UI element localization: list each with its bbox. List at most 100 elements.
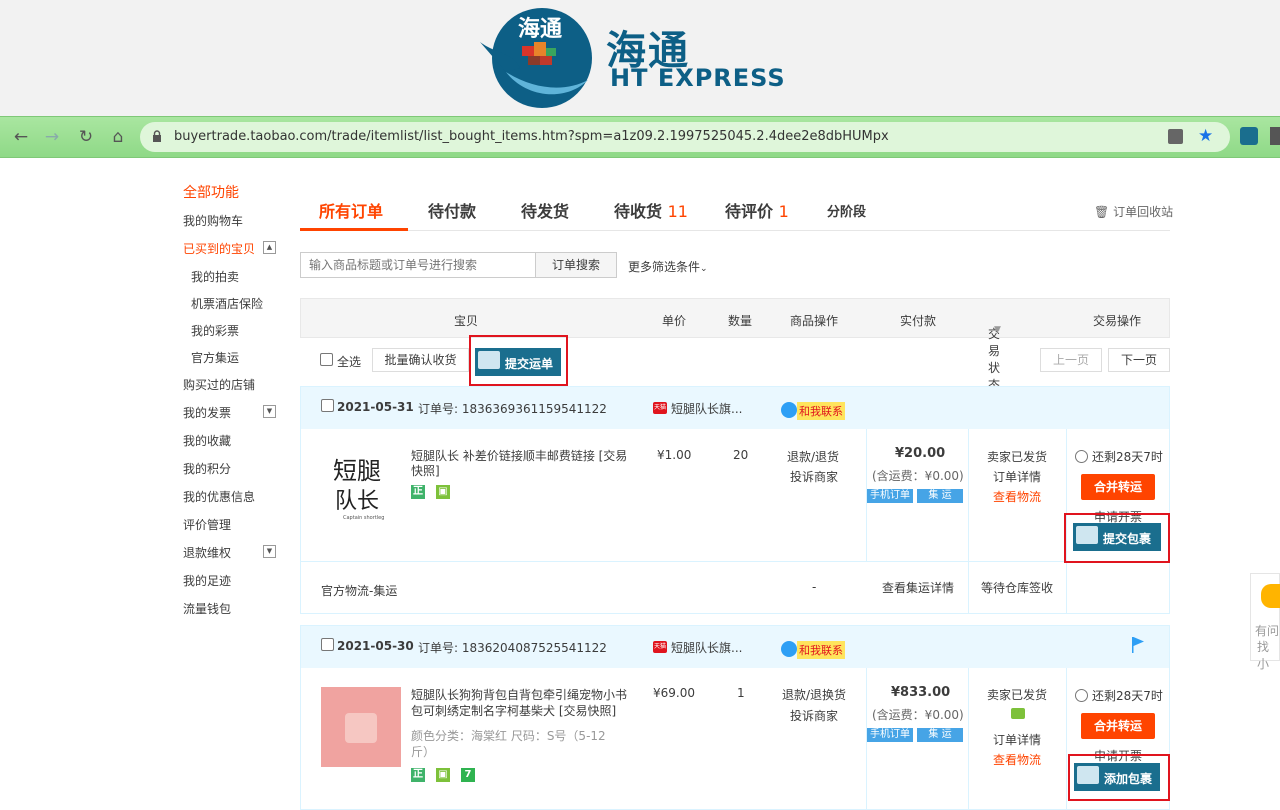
tab-all-orders[interactable]: 所有订单 <box>319 198 383 222</box>
remaining-time: 还剩28天7时 <box>1092 450 1163 464</box>
sidebar-item-coupons[interactable]: 我的优惠信息 <box>183 488 255 505</box>
sidebar-item-auction[interactable]: 我的拍卖 <box>191 268 239 285</box>
reload-icon[interactable]: ↻ <box>75 126 97 148</box>
status-shipped: 卖家已发货 <box>987 450 1048 464</box>
sidebar-item-points[interactable]: 我的积分 <box>183 460 231 477</box>
ht-express-banner: 海通 海通 HT EXPRESS <box>0 0 1280 116</box>
consolidation-badge: 集 运 <box>917 489 963 503</box>
sidebar-item-lottery[interactable]: 我的彩票 <box>191 322 239 339</box>
help-text-1: 有问 <box>1255 624 1280 638</box>
tab-pending-receipt[interactable]: 待收货 11 <box>614 198 688 222</box>
more-filters-dropdown[interactable]: 更多筛选条件⌄ <box>628 258 708 275</box>
message-icon[interactable] <box>1011 708 1025 719</box>
ht-mini-logo-icon <box>1077 766 1099 784</box>
sidebar-item-refunds[interactable]: 退款维权 <box>183 544 231 561</box>
home-icon[interactable]: ⌂ <box>107 126 129 148</box>
expand-down-icon[interactable]: ▼ <box>263 545 276 558</box>
col-divider <box>968 429 969 614</box>
complain-link[interactable]: 投诉商家 <box>790 707 838 724</box>
sidebar-item-data-wallet[interactable]: 流量钱包 <box>183 600 231 617</box>
expand-down-icon[interactable]: ▼ <box>263 405 276 418</box>
sidebar-item-invoice[interactable]: 我的发票 <box>183 404 231 421</box>
recycle-bin-link[interactable]: 🗑 订单回收站 <box>1094 203 1173 220</box>
collapse-up-icon[interactable]: ▲ <box>263 241 276 254</box>
extension-icon[interactable] <box>1240 127 1258 145</box>
complain-link[interactable]: 投诉商家 <box>790 468 838 485</box>
view-logistics-link[interactable]: 查看物流 <box>993 488 1041 505</box>
order-search-input[interactable] <box>300 252 536 278</box>
tab-count: 1 <box>778 202 789 221</box>
sidebar-item-reviews[interactable]: 评价管理 <box>183 516 231 533</box>
shop-name-link[interactable]: 短腿队长旗... <box>671 400 742 417</box>
contact-seller-link[interactable]: 和我联系 <box>797 402 845 420</box>
submit-parcel-button[interactable]: 提交包裹 <box>1073 523 1161 551</box>
merge-transship-button[interactable]: 合并转运 <box>1081 474 1155 500</box>
batch-confirm-button[interactable]: 批量确认收货 <box>372 348 469 372</box>
help-text-2: 找小 <box>1257 640 1270 671</box>
tab-pending-review[interactable]: 待评价 1 <box>725 198 789 222</box>
tab-pending-shipment[interactable]: 待发货 <box>521 198 569 222</box>
product-title-link[interactable]: 短腿队长狗狗背包自背包牵引绳宠物小书包可刺绣定制名字柯基柴犬 [交易快照] <box>411 687 631 719</box>
backpack-image <box>345 713 377 743</box>
refund-link[interactable]: 退款/退货 <box>787 448 839 465</box>
browser-toolbar: ← → ↻ ⌂ buyertrade.taobao.com/trade/item… <box>0 116 1280 158</box>
col-divider <box>968 668 969 810</box>
select-all-label: 全选 <box>337 355 362 369</box>
aliwangwang-icon <box>781 402 797 418</box>
address-url: buyertrade.taobao.com/trade/itemlist/lis… <box>174 129 889 144</box>
order-card: 2021-05-30 订单号: 1836204087525541122 天猫 短… <box>300 625 1170 810</box>
bookmark-star-icon[interactable]: ★ <box>1198 126 1213 146</box>
floating-help-widget[interactable]: 有问 找小 <box>1250 573 1280 671</box>
submit-parcel-label: 提交包裹 <box>1103 532 1152 546</box>
submit-waybill-button[interactable]: 提交运单 <box>475 348 561 376</box>
brand-name-en: HT EXPRESS <box>610 64 786 92</box>
sidebar-item-bought[interactable]: 已买到的宝贝 <box>183 240 255 257</box>
status-shipped: 卖家已发货 <box>987 688 1048 702</box>
ht-mini-logo-icon <box>1076 526 1098 544</box>
guarantee-badge-icon: ▣ <box>436 768 450 782</box>
product-thumbnail[interactable] <box>321 687 401 767</box>
ht-logo-icon: 海通 <box>476 2 602 114</box>
order-checkbox[interactable] <box>321 638 334 651</box>
contact-seller-link[interactable]: 和我联系 <box>797 641 845 659</box>
logo-text: 海通 <box>518 16 562 42</box>
order-search-button[interactable]: 订单搜索 <box>535 252 617 278</box>
tab-label: 待评价 <box>725 202 774 221</box>
total-paid: ¥833.00 <box>891 685 951 700</box>
address-bar[interactable]: buyertrade.taobao.com/trade/itemlist/lis… <box>140 122 1230 152</box>
sidebar-item-travel[interactable]: 机票酒店保险 <box>191 295 263 312</box>
add-parcel-button[interactable]: 添加包裹 <box>1074 763 1160 791</box>
trash-icon: 🗑 <box>1094 205 1110 219</box>
sidebar-item-favorites[interactable]: 我的收藏 <box>183 432 231 449</box>
product-thumbnail[interactable]: 短腿 队长 Captain shortleg <box>323 449 393 527</box>
merge-transship-button[interactable]: 合并转运 <box>1081 713 1155 739</box>
shop-name-link[interactable]: 短腿队长旗... <box>671 639 742 656</box>
view-logistics-link[interactable]: 查看物流 <box>993 751 1041 768</box>
order-checkbox[interactable] <box>321 399 334 412</box>
flag-icon[interactable] <box>1131 636 1145 654</box>
refund-link[interactable]: 退款/退换货 <box>782 686 846 703</box>
ht-mini-logo-icon <box>478 351 500 369</box>
col-quantity: 数量 <box>728 314 753 328</box>
product-title-link[interactable]: 短腿队长 补差价链接顺丰邮费链接 [交易快照] <box>411 449 631 479</box>
warehouse-status: 等待仓库签收 <box>981 581 1054 595</box>
tab-installments[interactable]: 分阶段 <box>827 201 866 220</box>
sidebar-item-consolidation[interactable]: 官方集运 <box>191 349 239 366</box>
col-item-ops: 商品操作 <box>790 314 839 328</box>
sidebar-item-cart[interactable]: 我的购物车 <box>183 212 243 229</box>
forward-arrow-icon[interactable]: → <box>41 126 63 148</box>
select-all-checkbox[interactable] <box>320 353 333 366</box>
sidebar-item-shops[interactable]: 购买过的店铺 <box>183 376 255 393</box>
tab-pending-payment[interactable]: 待付款 <box>428 198 476 222</box>
menu-icon[interactable] <box>1270 127 1280 145</box>
next-page-button[interactable]: 下一页 <box>1108 348 1170 372</box>
sidebar-title[interactable]: 全部功能 <box>183 182 239 202</box>
sidebar-item-footprints[interactable]: 我的足迹 <box>183 572 231 589</box>
prev-page-button[interactable]: 上一页 <box>1040 348 1102 372</box>
order-details-link[interactable]: 订单详情 <box>993 731 1041 748</box>
translate-icon[interactable] <box>1168 129 1183 144</box>
order-number-label: 订单号: <box>418 402 459 416</box>
back-arrow-icon[interactable]: ← <box>10 126 32 148</box>
consolidation-details-link[interactable]: 查看集运详情 <box>882 579 954 596</box>
order-details-link[interactable]: 订单详情 <box>993 468 1041 485</box>
